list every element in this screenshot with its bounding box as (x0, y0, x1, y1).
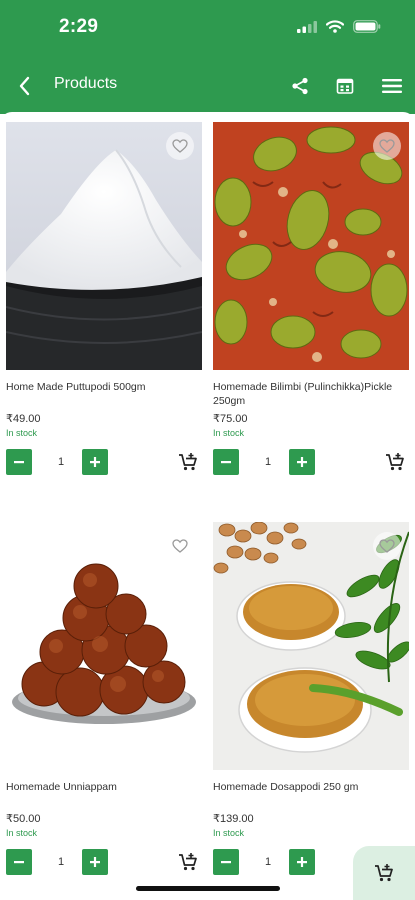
product-image[interactable] (6, 122, 202, 370)
cart-icon (375, 864, 393, 882)
calendar-button[interactable] (332, 73, 358, 99)
quantity-value[interactable]: 1 (249, 849, 287, 875)
stock-status: In stock (213, 828, 245, 838)
plus-icon (297, 457, 307, 467)
product-price: ₹139.00 (213, 813, 254, 825)
status-time: 2:29 (59, 16, 99, 37)
back-arrow-icon (19, 76, 30, 96)
battery-icon (353, 20, 381, 33)
heart-icon (379, 139, 395, 153)
share-button[interactable] (287, 73, 313, 99)
quantity-stepper: 1 (6, 849, 202, 875)
product-grid: Home Made Puttupodi 500gm ₹49.00 In stoc… (0, 112, 415, 900)
status-bar: 2:29 (0, 0, 415, 58)
app-header: Products (0, 58, 415, 114)
product-name[interactable]: Homemade Unniappam (6, 780, 196, 794)
minus-icon (14, 861, 24, 864)
page-title: Products (54, 75, 118, 92)
heart-icon (172, 539, 188, 553)
stock-status: In stock (6, 428, 38, 438)
increase-quantity-button[interactable] (82, 849, 108, 875)
heart-icon (379, 539, 395, 553)
add-cart-icon (179, 453, 197, 471)
menu-button[interactable] (379, 73, 405, 99)
product-name[interactable]: Homemade Dosappodi 250 gm (213, 780, 403, 794)
heart-icon (172, 139, 188, 153)
product-image[interactable] (213, 122, 409, 370)
minus-icon (221, 861, 231, 864)
add-to-cart-button[interactable] (383, 450, 407, 474)
product-image[interactable] (213, 522, 409, 770)
home-indicator (136, 886, 280, 891)
product-name[interactable]: Home Made Puttupodi 500gm (6, 380, 196, 394)
quantity-value[interactable]: 1 (42, 449, 80, 475)
product-image[interactable] (6, 522, 202, 770)
wishlist-button[interactable] (166, 132, 194, 160)
increase-quantity-button[interactable] (82, 449, 108, 475)
add-cart-icon (386, 453, 404, 471)
decrease-quantity-button[interactable] (213, 849, 239, 875)
quantity-stepper: 1 (213, 449, 409, 475)
wishlist-button[interactable] (373, 132, 401, 160)
product-price: ₹50.00 (6, 813, 41, 825)
decrease-quantity-button[interactable] (6, 449, 32, 475)
plus-icon (297, 857, 307, 867)
minus-icon (14, 461, 24, 464)
wishlist-button[interactable] (166, 532, 194, 560)
quantity-stepper: 1 (6, 449, 202, 475)
calendar-icon (336, 78, 354, 94)
add-to-cart-button[interactable] (176, 850, 200, 874)
back-button[interactable] (12, 73, 36, 99)
wishlist-button[interactable] (373, 532, 401, 560)
share-icon (292, 77, 308, 95)
stock-status: In stock (6, 828, 38, 838)
add-cart-icon (179, 853, 197, 871)
product-name[interactable]: Homemade Bilimbi (Pulinchikka)Pickle 250… (213, 380, 403, 408)
quantity-value[interactable]: 1 (42, 849, 80, 875)
minus-icon (221, 461, 231, 464)
add-to-cart-button[interactable] (176, 450, 200, 474)
product-price: ₹75.00 (213, 413, 248, 425)
decrease-quantity-button[interactable] (213, 449, 239, 475)
status-icons (297, 20, 381, 33)
increase-quantity-button[interactable] (289, 849, 315, 875)
quantity-value[interactable]: 1 (249, 449, 287, 475)
stock-status: In stock (213, 428, 245, 438)
decrease-quantity-button[interactable] (6, 849, 32, 875)
increase-quantity-button[interactable] (289, 449, 315, 475)
product-price: ₹49.00 (6, 413, 41, 425)
cellular-signal-icon (297, 20, 317, 33)
menu-icon (382, 79, 402, 93)
plus-icon (90, 457, 100, 467)
plus-icon (90, 857, 100, 867)
wifi-icon (326, 20, 344, 33)
floating-cart-button[interactable] (353, 846, 415, 900)
